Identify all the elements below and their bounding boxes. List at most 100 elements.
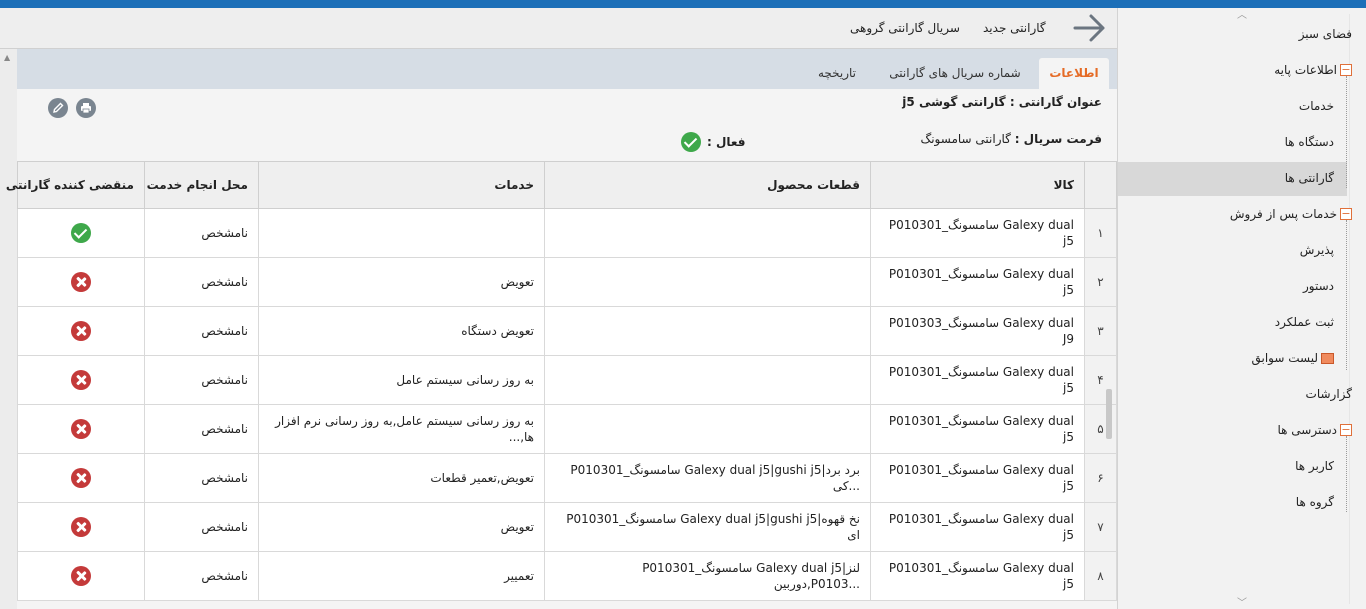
sidebar-item[interactable]: لیست سوابق	[1251, 340, 1334, 376]
services-cell: به روز رسانی سیستم عامل,به روز رسانی نرم…	[258, 404, 545, 454]
sidebar-item[interactable]: دستور	[1303, 268, 1334, 304]
warranty-title: عنوان گارانتی : گارانتی گوشی j5	[902, 95, 1102, 109]
sidebar-item[interactable]: − دسترسی ها	[1277, 412, 1352, 448]
group-serial-button[interactable]: سریال گارانتی گروهی	[850, 8, 960, 49]
check-icon	[681, 132, 701, 152]
tab-serials[interactable]: شماره سریال های گارانتی	[879, 58, 1031, 89]
tab-info[interactable]: اطلاعات	[1039, 58, 1109, 89]
sidebar-item[interactable]: − خدمات پس از فروش	[1230, 196, 1352, 232]
services-cell: تعویض,تعمیر قطعات	[258, 453, 545, 503]
history-list-icon	[1321, 352, 1334, 364]
table-row[interactable]: ۴ P010301_سامسونگ Galexy dual j5 به روز رس…	[17, 355, 1117, 405]
row-number: ۳	[1084, 306, 1117, 356]
parts-cell	[544, 257, 871, 307]
sidebar-item[interactable]: ثبت عملکرد	[1275, 304, 1334, 340]
sidebar-item-label: پذیرش	[1299, 243, 1334, 257]
back-arrow-icon[interactable]	[1073, 13, 1107, 43]
sidebar-item-label: فضای سبز	[1298, 27, 1352, 41]
sidebar-item-label: گزارشات	[1305, 387, 1352, 401]
expiring-cell	[17, 404, 145, 454]
cross-icon	[71, 370, 91, 390]
sidebar-item-label: دستور	[1302, 279, 1334, 293]
main-panel: گارانتی جدید سریال گارانتی گروهی ▲ اطلاع…	[0, 8, 1117, 609]
warranty-title-label: عنوان گارانتی :	[1009, 95, 1102, 109]
warranty-title-value: گارانتی گوشی j5	[902, 95, 1006, 109]
table-row[interactable]: ۱ P010301_سامسونگ Galexy dual j5 نامشخص	[17, 208, 1117, 258]
row-number: ۸	[1084, 551, 1117, 601]
tab-history[interactable]: تاریخچه	[803, 58, 871, 89]
table-row[interactable]: ۸ P010301_سامسونگ Galexy dual j5 P010301_س…	[17, 551, 1117, 601]
cross-icon	[71, 419, 91, 439]
table-header-row: کالا قطعات محصول خدمات محل انجام خدمت من…	[6, 161, 1117, 209]
table-row[interactable]: ۵ P010301_سامسونگ Galexy dual j5 به روز رس…	[17, 404, 1117, 454]
sidebar-item-label: خدمات پس از فروش	[1229, 207, 1337, 221]
parts-text: P010301_سامسونگ Galexy dual j5|gushi j5|…	[566, 512, 860, 542]
item-cell: P010303_سامسونگ Galexy dual J9	[870, 306, 1085, 356]
active-label: فعال :	[707, 135, 746, 149]
item-cell: P010301_سامسونگ Galexy dual j5	[870, 404, 1085, 454]
serial-format: فرمت سریال : گارانتی سامسونگ	[920, 132, 1102, 146]
col-header-expiring[interactable]: منقضی کننده گارانتی	[6, 161, 145, 209]
cross-icon	[71, 272, 91, 292]
place-cell: نامشخص	[144, 257, 259, 307]
col-header-services[interactable]: خدمات	[258, 161, 545, 209]
edit-icon[interactable]	[48, 98, 68, 118]
sidebar-item-label: دستگاه ها	[1284, 135, 1334, 149]
cross-icon	[71, 321, 91, 341]
col-header-item[interactable]: کالا	[870, 161, 1085, 209]
expiring-cell	[17, 551, 145, 601]
sidebar-item-label: خدمات	[1298, 99, 1334, 113]
collapse-toggle-icon[interactable]: −	[1340, 424, 1352, 436]
parts-text: P010301_سامسونگ Galexy dual j5|لنز دوربی…	[642, 561, 860, 591]
table-row[interactable]: ۳ P010303_سامسونگ Galexy dual J9 تعویض دست…	[17, 306, 1117, 356]
item-cell: P010301_سامسونگ Galexy dual j5	[870, 257, 1085, 307]
parts-cell	[544, 306, 871, 356]
sidebar-item[interactable]: فضای سبز	[1299, 16, 1352, 52]
scroll-up-icon[interactable]: ▲	[4, 53, 10, 62]
sidebar-item-label: دسترسی ها	[1277, 423, 1338, 437]
place-cell: نامشخص	[144, 453, 259, 503]
sidebar-item[interactable]: دستگاه ها	[1285, 124, 1334, 160]
sidebar-item[interactable]: کاربر ها	[1295, 448, 1334, 484]
place-cell: نامشخص	[144, 551, 259, 601]
item-text: P010301_سامسونگ Galexy dual j5	[888, 365, 1074, 395]
sidebar-item[interactable]: گزارشات	[1306, 376, 1352, 412]
parts-cell: P010301_سامسونگ Galexy dual j5|gushi j5|…	[544, 453, 871, 503]
item-cell: P010301_سامسونگ Galexy dual j5	[870, 208, 1085, 258]
sidebar-item[interactable]: خدمات	[1299, 88, 1334, 124]
place-cell: نامشخص	[144, 355, 259, 405]
sidebar-scrollbar[interactable]	[1349, 14, 1350, 604]
content-area: عنوان گارانتی : گارانتی گوشی j5 فرمت سری…	[6, 89, 1117, 609]
table-row[interactable]: ۲ P010301_سامسونگ Galexy dual j5 تعویض نامش…	[17, 257, 1117, 307]
sidebar-scroll-down-icon[interactable]: ﹀	[1118, 594, 1366, 609]
item-cell: P010301_سامسونگ Galexy dual j5	[870, 502, 1085, 552]
sidebar-item[interactable]: گارانتی ها	[1285, 160, 1334, 196]
tab-bar: اطلاعات شماره سریال های گارانتی تاریخچه	[17, 49, 1117, 89]
col-header-place[interactable]: محل انجام خدمت	[144, 161, 259, 209]
expiring-cell	[17, 257, 145, 307]
expiring-cell	[17, 453, 145, 503]
warranty-items-table: کالا قطعات محصول خدمات محل انجام خدمت من…	[6, 161, 1117, 601]
sidebar-item[interactable]: گروه ها	[1296, 484, 1334, 520]
sidebar-item-label: ثبت عملکرد	[1274, 315, 1334, 329]
col-header-parts[interactable]: قطعات محصول	[544, 161, 871, 209]
item-text: P010301_سامسونگ Galexy dual j5	[888, 414, 1074, 444]
collapse-toggle-icon[interactable]: −	[1340, 64, 1352, 76]
services-cell: تعویض	[258, 502, 545, 552]
parts-cell	[544, 208, 871, 258]
services-cell: تعمییر	[258, 551, 545, 601]
table-row[interactable]: ۷ P010301_سامسونگ Galexy dual j5 P010301_س…	[17, 502, 1117, 552]
serial-format-label: فرمت سریال :	[1014, 132, 1102, 146]
sidebar-item[interactable]: − اطلاعات پایه	[1274, 52, 1352, 88]
table-scrollbar-thumb[interactable]	[1106, 389, 1112, 439]
new-warranty-button[interactable]: گارانتی جدید	[983, 8, 1046, 49]
sidebar-item[interactable]: پذیرش	[1300, 232, 1334, 268]
active-status: فعال :	[681, 132, 746, 152]
collapse-toggle-icon[interactable]: −	[1340, 208, 1352, 220]
table-row[interactable]: ۶ P010301_سامسونگ Galexy dual j5 P010301_س…	[17, 453, 1117, 503]
vertical-scrollbar[interactable]: ▲	[0, 49, 17, 609]
sidebar-item-label: کاربر ها	[1295, 459, 1334, 473]
print-icon[interactable]	[76, 98, 96, 118]
item-cell: P010301_سامسونگ Galexy dual j5	[870, 355, 1085, 405]
check-icon	[71, 223, 91, 243]
